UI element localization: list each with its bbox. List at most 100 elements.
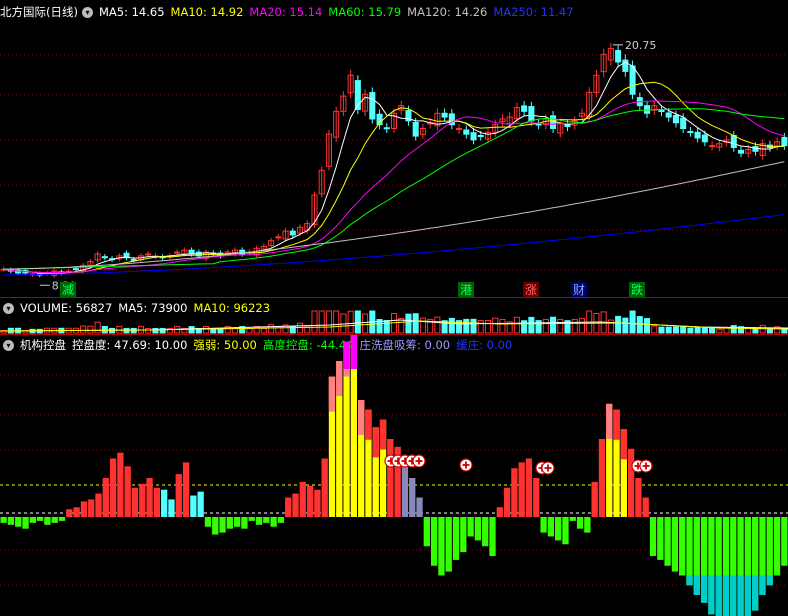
indicator-bar — [642, 497, 649, 517]
indicator-bar — [555, 517, 562, 541]
indicator-bar — [51, 517, 58, 523]
volume-bar — [383, 320, 390, 334]
candle — [477, 134, 484, 137]
candle — [737, 149, 745, 154]
volume-bar — [260, 328, 267, 334]
indicator-bar-segment — [365, 409, 372, 440]
volume-bar — [550, 316, 557, 334]
indicator-bar — [161, 489, 168, 517]
volume-bar — [463, 318, 470, 334]
candle — [145, 253, 152, 256]
indicator-bar-segment — [700, 575, 708, 603]
indicator-bar-segment — [343, 341, 350, 369]
indicator-bar — [489, 517, 496, 556]
indicator-bar — [255, 517, 263, 525]
volume-bar — [152, 327, 159, 334]
indicator-bar — [533, 478, 540, 517]
indicator-bar — [73, 507, 80, 517]
indicator-bar — [460, 517, 467, 553]
volume-bar — [123, 327, 130, 334]
indicator-bar-segment — [766, 575, 773, 586]
ma10-line — [3, 81, 785, 274]
indicator-chart[interactable] — [0, 335, 788, 616]
indicator-bar-segment — [358, 400, 365, 435]
indicator-bar — [139, 483, 146, 517]
volume-bar — [542, 318, 549, 334]
indicator-bar — [263, 517, 270, 523]
indicator-bar — [44, 517, 51, 525]
volume-bar — [362, 313, 369, 334]
candle — [629, 65, 636, 95]
volume-bar — [499, 318, 506, 334]
candle — [470, 132, 477, 141]
volume-bar — [94, 321, 101, 334]
indicator-bar — [430, 517, 438, 566]
indicator-bar — [474, 517, 482, 541]
volume-bar — [701, 327, 708, 334]
indicator-bar — [657, 517, 664, 560]
indicator-bar — [285, 497, 292, 517]
indicator-bar — [292, 493, 299, 517]
volume-bar — [470, 318, 477, 334]
volume-bar — [687, 327, 694, 334]
indicator-bar-segment — [686, 575, 693, 586]
candle — [680, 117, 687, 129]
indicator-bar — [627, 448, 635, 517]
indicator-bar-segment — [744, 575, 752, 616]
volume-bar — [615, 315, 622, 334]
indicator-bar-segment — [752, 575, 759, 611]
indicator-bar — [233, 517, 241, 527]
volume-bar — [318, 310, 325, 334]
indicator-bar — [226, 517, 233, 529]
volume-bar — [412, 313, 419, 334]
price-chart[interactable]: 20.758.30减港涨财跌 — [0, 0, 788, 297]
volume-bar — [716, 328, 723, 334]
volume-bar — [311, 310, 318, 334]
indicator-bar — [562, 517, 569, 545]
indicator-bar — [299, 481, 306, 517]
indicator-bar — [109, 458, 117, 517]
indicator-bar — [190, 495, 197, 517]
indicator-bar — [679, 517, 686, 576]
volume-bar — [246, 327, 253, 334]
indicator-bar — [197, 491, 204, 517]
indicator-bar — [66, 509, 73, 517]
volume-bar — [672, 326, 679, 334]
volume-bar — [484, 320, 492, 334]
candle — [687, 131, 694, 134]
indicator-bar — [146, 478, 153, 517]
volume-bar — [513, 316, 520, 334]
plus-marker-icon — [412, 454, 426, 468]
indicator-bar-segment — [336, 361, 343, 396]
indicator-bar — [95, 493, 102, 517]
indicator-bar — [321, 458, 328, 517]
volume-bar — [658, 326, 665, 334]
indicator-bar — [219, 517, 226, 533]
indicator-bar — [576, 517, 584, 529]
volume-chart[interactable] — [0, 297, 788, 334]
indicator-bar — [540, 517, 547, 533]
volume-bar — [405, 313, 412, 334]
indicator-bar — [314, 489, 321, 517]
indicator-bar-segment — [613, 409, 620, 440]
volume-bar — [116, 325, 123, 334]
candle — [709, 145, 716, 148]
candle — [101, 256, 108, 259]
candle — [550, 115, 557, 129]
indicator-bar — [22, 517, 29, 529]
indicator-bar — [124, 466, 131, 517]
indicator-bar — [766, 517, 773, 586]
volume-bar — [231, 328, 238, 334]
volume-bar — [759, 324, 766, 334]
volume-bar — [622, 317, 629, 334]
indicator-bar — [452, 517, 460, 560]
indicator-bar — [664, 517, 671, 566]
volume-bar — [419, 317, 426, 334]
volume-bar — [434, 316, 441, 334]
candle — [72, 268, 79, 271]
event-marker-label: 财 — [573, 283, 585, 297]
candle — [463, 129, 470, 135]
indicator-bar — [204, 517, 212, 527]
indicator-bar — [503, 487, 511, 517]
volume-bar — [665, 326, 672, 334]
